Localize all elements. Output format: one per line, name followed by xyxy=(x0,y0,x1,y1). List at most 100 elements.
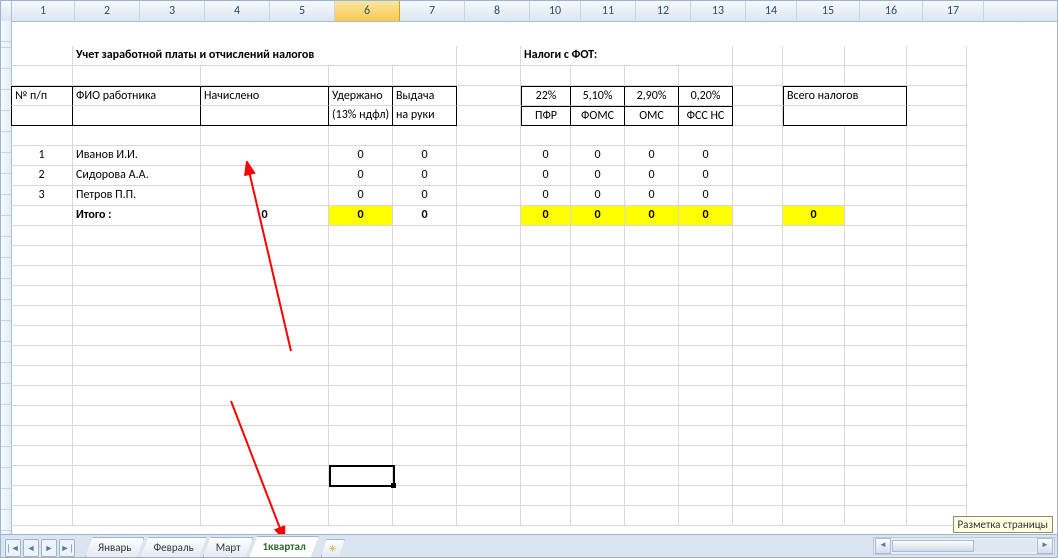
cell[interactable] xyxy=(457,246,521,266)
cell[interactable] xyxy=(845,226,907,246)
cell[interactable] xyxy=(457,166,521,186)
total-foms[interactable]: 0 xyxy=(571,206,625,226)
cell[interactable] xyxy=(845,506,907,526)
cell[interactable] xyxy=(907,186,967,206)
cell-name[interactable]: Сидорова А.А. xyxy=(73,166,201,186)
cell[interactable] xyxy=(733,386,783,406)
cell-npp[interactable]: 2 xyxy=(11,166,73,186)
cell[interactable] xyxy=(11,246,73,266)
cell[interactable] xyxy=(571,126,625,146)
cell[interactable] xyxy=(11,446,73,466)
cell[interactable] xyxy=(907,46,967,66)
cell[interactable] xyxy=(733,466,783,486)
cell-oms[interactable]: 0 xyxy=(625,166,679,186)
cell[interactable] xyxy=(521,426,571,446)
cell[interactable] xyxy=(11,306,73,326)
cell[interactable] xyxy=(679,246,733,266)
cell[interactable] xyxy=(329,126,393,146)
cell[interactable] xyxy=(783,106,907,126)
cell[interactable] xyxy=(393,506,457,526)
cell[interactable] xyxy=(201,126,329,146)
cell[interactable] xyxy=(457,426,521,446)
cell[interactable] xyxy=(329,286,393,306)
cell[interactable] xyxy=(201,166,329,186)
cell[interactable] xyxy=(457,366,521,386)
sheet-tab[interactable]: Февраль xyxy=(140,537,206,557)
cell[interactable] xyxy=(625,326,679,346)
cell[interactable] xyxy=(845,66,907,86)
cell[interactable] xyxy=(521,446,571,466)
cell[interactable] xyxy=(393,426,457,446)
header-total-tax[interactable]: Всего налогов xyxy=(783,86,907,106)
cell-npp[interactable]: 3 xyxy=(11,186,73,206)
cell[interactable] xyxy=(457,226,521,246)
cell-foms[interactable]: 0 xyxy=(571,166,625,186)
cell[interactable] xyxy=(457,146,521,166)
sheet-nav-prev[interactable]: ◄ xyxy=(23,539,39,557)
cell[interactable] xyxy=(521,366,571,386)
cell[interactable] xyxy=(393,326,457,346)
cell[interactable] xyxy=(457,66,521,86)
cell-payout[interactable]: 0 xyxy=(393,146,457,166)
cell[interactable] xyxy=(11,466,73,486)
cell[interactable] xyxy=(521,306,571,326)
cell[interactable] xyxy=(783,446,845,466)
cell[interactable] xyxy=(845,146,907,166)
cell[interactable] xyxy=(329,226,393,246)
cell-withheld[interactable]: 0 xyxy=(329,146,393,166)
cell[interactable] xyxy=(571,346,625,366)
cell[interactable] xyxy=(907,426,967,446)
cell[interactable] xyxy=(783,226,845,246)
cell[interactable] xyxy=(521,506,571,526)
cell[interactable] xyxy=(733,506,783,526)
cell[interactable] xyxy=(733,46,783,66)
cell[interactable] xyxy=(393,266,457,286)
cell[interactable] xyxy=(329,346,393,366)
cell[interactable] xyxy=(521,246,571,266)
cell[interactable] xyxy=(571,486,625,506)
cell[interactable] xyxy=(625,426,679,446)
cell[interactable] xyxy=(521,226,571,246)
sheet-nav-last[interactable]: ►| xyxy=(59,539,75,557)
cell[interactable] xyxy=(845,466,907,486)
cell[interactable] xyxy=(73,306,201,326)
cell[interactable] xyxy=(625,306,679,326)
cell[interactable] xyxy=(907,406,967,426)
sheet-nav-next[interactable]: ► xyxy=(41,539,57,557)
sheet-nav-first[interactable]: |◄ xyxy=(5,539,21,557)
cell[interactable] xyxy=(733,226,783,246)
cell-fss[interactable]: 0 xyxy=(679,166,733,186)
cell[interactable] xyxy=(907,206,967,226)
cell[interactable] xyxy=(625,346,679,366)
cell[interactable] xyxy=(907,366,967,386)
cell[interactable] xyxy=(457,106,521,126)
cell-foms[interactable]: 0 xyxy=(571,146,625,166)
cell[interactable] xyxy=(845,446,907,466)
cell[interactable] xyxy=(457,466,521,486)
cell[interactable] xyxy=(625,126,679,146)
cell[interactable] xyxy=(845,386,907,406)
cell[interactable] xyxy=(457,386,521,406)
cell-npp[interactable]: 1 xyxy=(11,146,73,166)
cell[interactable] xyxy=(625,266,679,286)
cell[interactable] xyxy=(457,326,521,346)
cell[interactable] xyxy=(201,266,329,286)
title-right[interactable]: Налоги с ФОТ: xyxy=(521,46,733,66)
cell[interactable] xyxy=(845,306,907,326)
cell[interactable] xyxy=(73,266,201,286)
cell[interactable] xyxy=(679,426,733,446)
cell[interactable] xyxy=(201,286,329,306)
cell[interactable] xyxy=(679,326,733,346)
cell[interactable] xyxy=(783,266,845,286)
cell[interactable] xyxy=(11,66,73,86)
cell[interactable] xyxy=(625,226,679,246)
column-header[interactable]: 11 xyxy=(581,1,636,21)
cell[interactable] xyxy=(201,66,329,86)
cell-payout[interactable]: 0 xyxy=(393,166,457,186)
cell[interactable] xyxy=(571,366,625,386)
cell[interactable] xyxy=(679,446,733,466)
cell[interactable] xyxy=(571,226,625,246)
cell[interactable] xyxy=(521,386,571,406)
cell[interactable] xyxy=(679,306,733,326)
cell[interactable] xyxy=(329,306,393,326)
